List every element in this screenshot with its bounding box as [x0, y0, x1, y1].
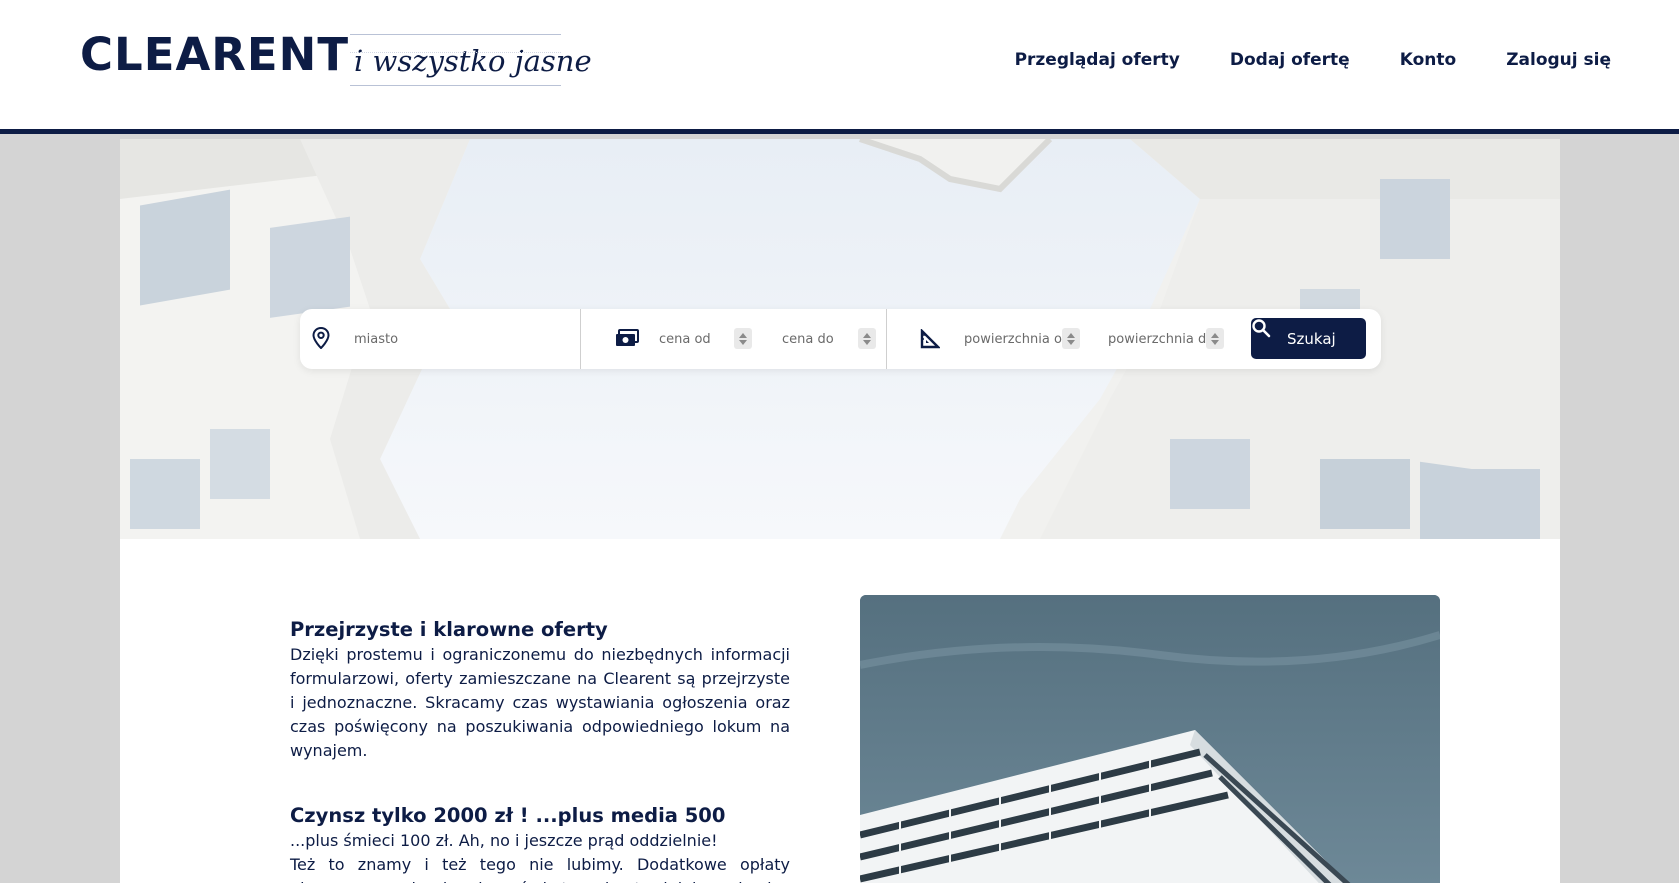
- search-button[interactable]: Szukaj: [1251, 318, 1366, 359]
- area-to-input[interactable]: [1108, 326, 1208, 352]
- features-text: Przejrzyste i klarowne oferty Dzięki pro…: [290, 617, 790, 883]
- nav-account[interactable]: Konto: [1400, 50, 1456, 70]
- feature-body: Też to znamy i też tego nie lubimy. Doda…: [290, 855, 790, 883]
- nav-login[interactable]: Zaloguj się: [1506, 50, 1611, 70]
- price-to-stepper[interactable]: [858, 328, 876, 349]
- location-pin-icon: [312, 327, 332, 351]
- features-section: Przejrzyste i klarowne oferty Dzięki pro…: [120, 539, 1560, 883]
- city-input[interactable]: [354, 326, 554, 352]
- price-from-input[interactable]: [659, 326, 729, 352]
- feature-title: Czynsz tylko 2000 zł ! ...plus media 500: [290, 804, 726, 827]
- area-from-input[interactable]: [964, 326, 1064, 352]
- search-divider: [886, 309, 887, 369]
- price-from-stepper[interactable]: [734, 328, 752, 349]
- main-nav: Przeglądaj oferty Dodaj ofertę Konto Zal…: [1015, 50, 1611, 70]
- nav-add-offer[interactable]: Dodaj ofertę: [1230, 50, 1350, 70]
- site-logo[interactable]: CLEARENT: [80, 28, 349, 81]
- site-header: CLEARENT i wszystko jasne Przeglądaj ofe…: [0, 0, 1679, 134]
- set-square-icon: [920, 329, 942, 351]
- feature-rent-costs: Czynsz tylko 2000 zł ! ...plus media 500…: [290, 803, 790, 883]
- area-to-stepper[interactable]: [1206, 328, 1224, 349]
- money-icon: [615, 328, 641, 350]
- nav-browse-offers[interactable]: Przeglądaj oferty: [1015, 50, 1180, 70]
- search-divider: [580, 309, 581, 369]
- office-building-image: [860, 595, 1440, 883]
- feature-body: Dzięki prostemu i ograniczonemu do niezb…: [290, 645, 790, 760]
- feature-intro-line: ...plus śmieci 100 zł. Ah, no i jeszcze …: [290, 831, 718, 850]
- search-button-label: Szukaj: [1287, 329, 1336, 348]
- feature-title: Przejrzyste i klarowne oferty: [290, 618, 608, 641]
- hero-banner: Szukaj: [120, 139, 1560, 539]
- price-to-input[interactable]: [782, 326, 852, 352]
- search-bar: Szukaj: [300, 309, 1381, 369]
- area-from-stepper[interactable]: [1062, 328, 1080, 349]
- feature-transparent-offers: Przejrzyste i klarowne oferty Dzięki pro…: [290, 617, 790, 763]
- site-tagline: i wszystko jasne: [350, 34, 592, 86]
